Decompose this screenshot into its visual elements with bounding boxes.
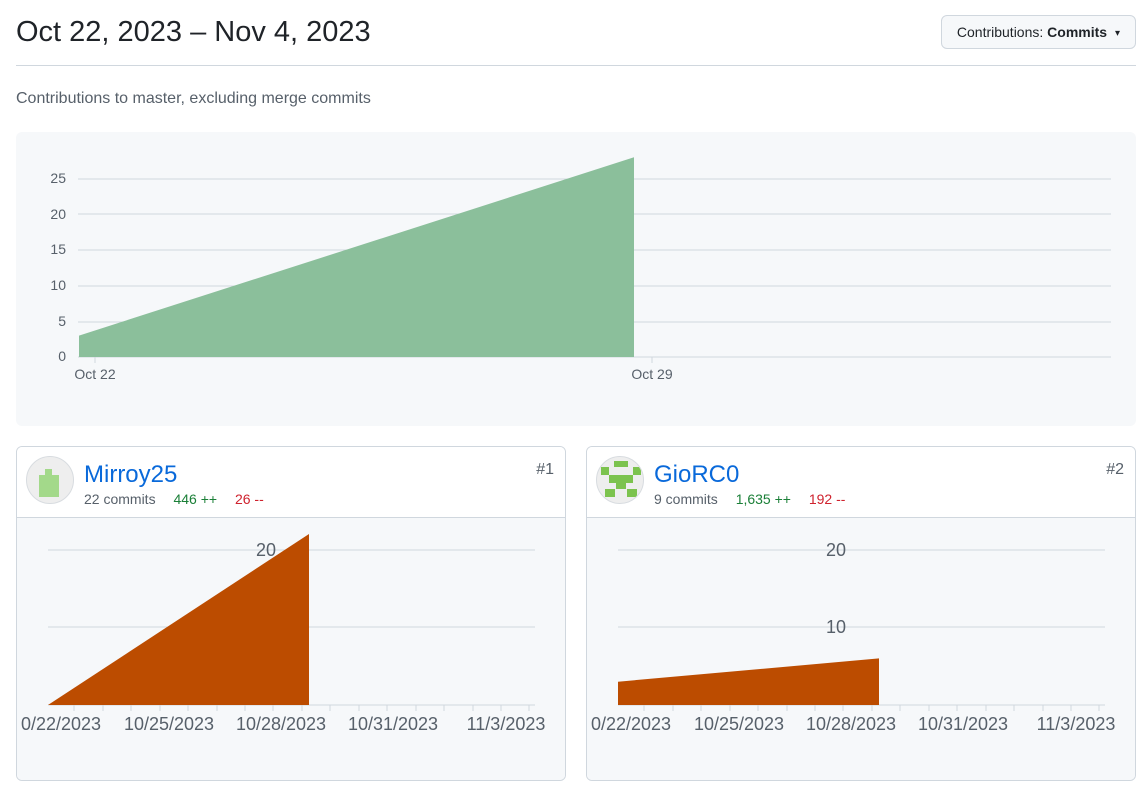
commits-area (79, 157, 634, 357)
x-tick-label: 10/28/2023 (236, 714, 326, 734)
date-range-title: Oct 22, 2023 – Nov 4, 2023 (16, 16, 371, 48)
contributor-card: Mirroy25 22 commits 446 ++ 26 -- #1 20 0… (16, 446, 566, 781)
contributor-username-link[interactable]: GioRC0 (654, 461, 739, 489)
contributor-chart-panel: 20 10 0/22/2023 10/25/2023 10/28/2023 10… (587, 518, 1135, 780)
contributor-stats: 9 commits 1,635 ++ 192 -- (654, 491, 845, 507)
x-tick-label: 0/22/2023 (21, 714, 101, 734)
x-tick-label: 10/25/2023 (124, 714, 214, 734)
deletions-count: 26 -- (234, 491, 264, 507)
main-y-ticks: 0 5 10 15 20 25 (50, 170, 66, 364)
contributor-rank: #2 (1106, 461, 1124, 478)
main-commits-chart: 0 5 10 15 20 25 Oct 22 Oct 29 (50, 157, 1111, 382)
x-tick-label: 10/31/2023 (348, 714, 438, 734)
x-tick-label: Oct 22 (74, 366, 115, 382)
contributions-value: Commits (1047, 24, 1108, 40)
contributor-commits-area (618, 658, 879, 705)
additions-count: 446 ++ (173, 491, 218, 507)
commits-count-link[interactable]: 9 commits (654, 491, 718, 507)
contributor-chart-panel: 20 0/22/2023 10/25/2023 10/28/2023 10/31… (17, 518, 565, 780)
commits-count-link[interactable]: 22 commits (84, 491, 156, 507)
avatar[interactable] (596, 456, 644, 504)
x-ticks (643, 705, 1100, 711)
contributor-rank: #1 (536, 461, 554, 478)
main-x-ticks: Oct 22 Oct 29 (74, 357, 673, 382)
x-tick-label: 0/22/2023 (591, 714, 671, 734)
contributions-dropdown-button[interactable]: Contributions: Commits ▾ (940, 15, 1136, 49)
caret-down-icon: ▾ (1114, 28, 1120, 39)
y-tick-label: 10 (826, 617, 846, 637)
contributor-stats: 22 commits 446 ++ 26 -- (84, 491, 264, 507)
additions-count: 1,635 ++ (735, 491, 791, 507)
x-tick-label: Oct 29 (631, 366, 672, 382)
contributor-card-header: Mirroy25 22 commits 446 ++ 26 -- #1 (17, 447, 565, 518)
contributor-commits-chart: 20 0/22/2023 10/25/2023 10/28/2023 10/31… (21, 534, 546, 734)
y-tick-label: 20 (256, 540, 276, 560)
y-tick-label: 20 (50, 206, 66, 222)
x-tick-label: 10/28/2023 (806, 714, 896, 734)
page-header: Oct 22, 2023 – Nov 4, 2023 Contributions… (16, 0, 1136, 66)
y-tick-label: 0 (58, 348, 66, 364)
contributor-username-link[interactable]: Mirroy25 (84, 461, 177, 489)
y-tick-label: 15 (50, 241, 66, 257)
identicon-avatar-icon (39, 469, 59, 497)
y-tick-label: 20 (826, 540, 846, 560)
y-tick-label: 25 (50, 170, 66, 186)
x-tick-label: 11/3/2023 (1037, 714, 1116, 734)
main-chart-panel: 0 5 10 15 20 25 Oct 22 Oct 29 (16, 132, 1136, 426)
y-tick-label: 10 (50, 277, 66, 293)
contributor-card-header: GioRC0 9 commits 1,635 ++ 192 -- #2 (587, 447, 1135, 518)
avatar[interactable] (26, 456, 74, 504)
deletions-count: 192 -- (808, 491, 846, 507)
chart-subtitle: Contributions to master, excluding merge… (16, 90, 371, 107)
contributor-commits-chart: 20 10 0/22/2023 10/25/2023 10/28/2023 10… (591, 540, 1116, 734)
identicon-avatar-icon (601, 461, 641, 497)
x-tick-label: 10/25/2023 (694, 714, 784, 734)
y-tick-label: 5 (58, 313, 66, 329)
x-tick-label: 11/3/2023 (467, 714, 546, 734)
contributions-label: Contributions: (956, 24, 1044, 40)
contributor-card: GioRC0 9 commits 1,635 ++ 192 -- #2 20 1… (586, 446, 1136, 781)
x-tick-label: 10/31/2023 (918, 714, 1008, 734)
x-ticks (73, 705, 530, 711)
